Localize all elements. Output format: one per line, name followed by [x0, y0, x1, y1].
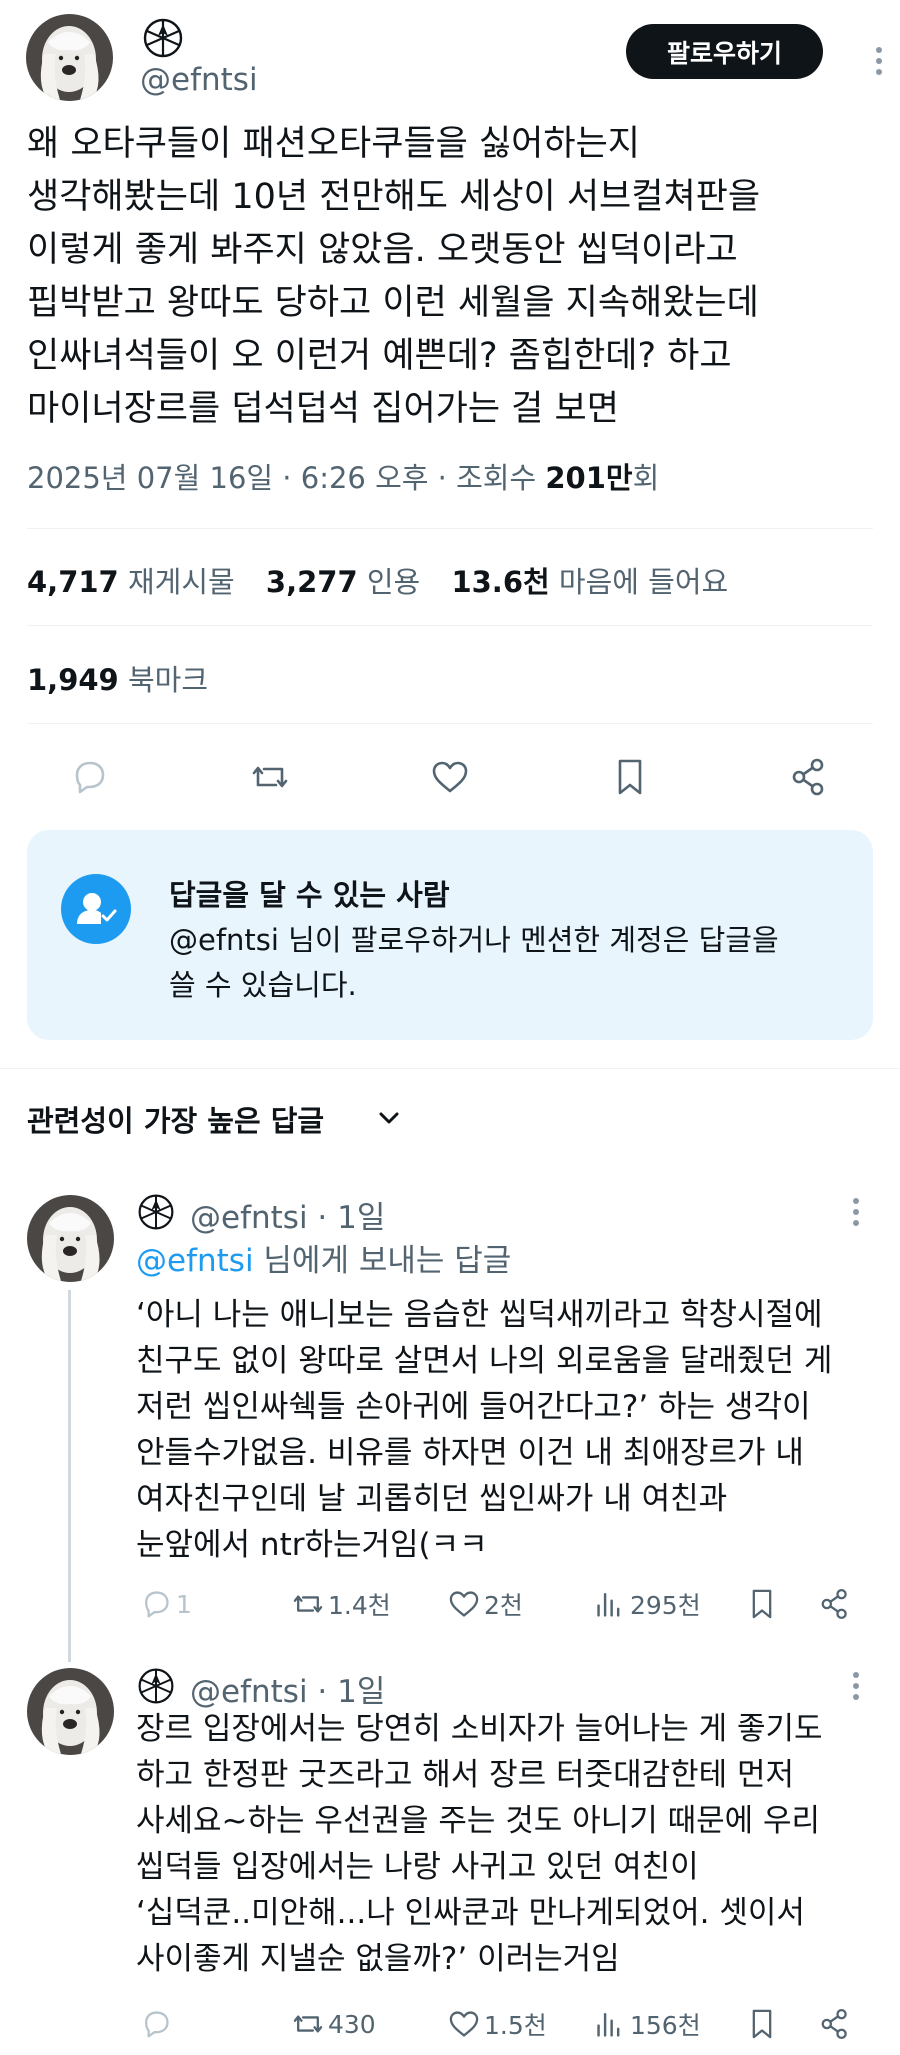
thread-connector — [68, 1290, 71, 1662]
bookmark-icon[interactable] — [744, 1586, 780, 1622]
bookmark-icon[interactable] — [744, 2006, 780, 2042]
engagement-stats: 4,717 재게시물 3,277 인용 13.6천 마음에 들어요 — [27, 559, 750, 601]
reply-text: ‘아니 나는 애니보는 음습한 씹덕새끼라고 학창시절에 친구도 없이 왕따로 … — [136, 1297, 833, 1563]
bookmark-stats: 1,949 북마크 — [27, 657, 208, 699]
profile-emblem-icon — [141, 16, 185, 60]
view-count: 295천 — [630, 1591, 701, 1620]
view-suffix: 회 — [632, 461, 660, 495]
tweet-timestamp[interactable]: 2025년 07월 16일 · 6:26 오후 · 조회수 — [27, 461, 545, 495]
tweet-meta: 2025년 07월 16일 · 6:26 오후 · 조회수 201만회 — [27, 455, 659, 497]
more-options-icon[interactable] — [875, 46, 883, 76]
avatar[interactable] — [26, 14, 113, 101]
chevron-down-icon[interactable] — [377, 1108, 401, 1128]
author-handle[interactable]: @efntsi — [140, 62, 258, 98]
reply-restriction-title: 답글을 달 수 있는 사람 — [169, 878, 450, 912]
follow-button[interactable]: 팔로우하기 — [626, 24, 823, 79]
replies-sort-title[interactable]: 관련성이 가장 높은 답글 — [27, 1098, 324, 1140]
quote-label[interactable]: 인용 — [367, 565, 420, 599]
reply-icon[interactable] — [67, 755, 111, 799]
reply-like-button[interactable]: 1.5천 — [446, 2004, 547, 2044]
repost-icon[interactable] — [248, 755, 292, 799]
profile-emblem-icon — [136, 1192, 176, 1232]
quote-count[interactable]: 3,277 — [266, 565, 358, 599]
bookmark-icon[interactable] — [608, 755, 652, 799]
like-count[interactable]: 13.6천 — [451, 565, 549, 599]
like-count: 1.5천 — [484, 2011, 547, 2040]
repost-count[interactable]: 4,717 — [27, 565, 119, 599]
divider — [27, 528, 873, 529]
profile-emblem-icon — [136, 1666, 176, 1706]
bookmark-label[interactable]: 북마크 — [128, 663, 208, 697]
like-icon[interactable] — [428, 755, 472, 799]
share-icon[interactable] — [817, 1586, 853, 1622]
avatar[interactable] — [27, 1195, 114, 1282]
user-check-icon — [61, 874, 131, 944]
tweet-header: @efntsi 팔로우하기 — [26, 14, 882, 104]
view-count: 156천 — [630, 2011, 701, 2040]
like-label[interactable]: 마음에 들어요 — [559, 565, 728, 599]
reply-author-handle[interactable]: @efntsi · 1일 — [190, 1666, 385, 1711]
more-options-icon[interactable] — [852, 1671, 860, 1701]
reply-views-button[interactable]: 295천 — [592, 1584, 701, 1624]
repost-count: 1.4천 — [328, 1591, 391, 1620]
view-count: 201만 — [545, 461, 633, 495]
reply-repost-button[interactable]: 1.4천 — [290, 1584, 391, 1624]
mention-link[interactable]: @efntsi — [136, 1243, 254, 1279]
tweet-text: 왜 오타쿠들이 패션오타쿠들을 싫어하는지 생각해봤는데 10년 전만해도 세상… — [27, 124, 761, 429]
reply-text: 장르 입장에서는 당연히 소비자가 늘어나는 게 좋기도 하고 한정판 굿즈라고… — [136, 1711, 823, 1977]
divider — [0, 1068, 900, 1069]
repost-count: 430 — [328, 2009, 376, 2039]
share-icon[interactable] — [787, 755, 831, 799]
mention-suffix: 님에게 보내는 답글 — [253, 1243, 512, 1279]
reply-restriction-notice: 답글을 달 수 있는 사람 @efntsi 님이 팔로우하거나 멘션한 계정은 … — [27, 830, 873, 1040]
reply-like-button[interactable]: 2천 — [446, 1584, 523, 1624]
like-count: 2천 — [484, 1591, 523, 1620]
divider — [27, 625, 873, 626]
more-options-icon[interactable] — [852, 1197, 860, 1227]
reply-views-button[interactable]: 156천 — [592, 2004, 701, 2044]
reply-author-handle[interactable]: @efntsi · 1일 — [190, 1192, 385, 1237]
reply-reply-button[interactable] — [138, 2004, 176, 2044]
reply-count: 1 — [176, 1589, 192, 1619]
reply-repost-button[interactable]: 430 — [290, 2004, 376, 2044]
avatar[interactable] — [27, 1668, 114, 1755]
divider — [27, 723, 873, 724]
replying-to: @efntsi 님에게 보내는 답글 — [136, 1235, 511, 1280]
repost-label[interactable]: 재게시물 — [128, 565, 235, 599]
reply-restriction-description: @efntsi 님이 팔로우하거나 멘션한 계정은 답글을 쓸 수 있습니다. — [169, 923, 779, 1002]
share-icon[interactable] — [817, 2006, 853, 2042]
reply-reply-button[interactable]: 1 — [138, 1584, 192, 1624]
bookmark-count[interactable]: 1,949 — [27, 663, 119, 697]
